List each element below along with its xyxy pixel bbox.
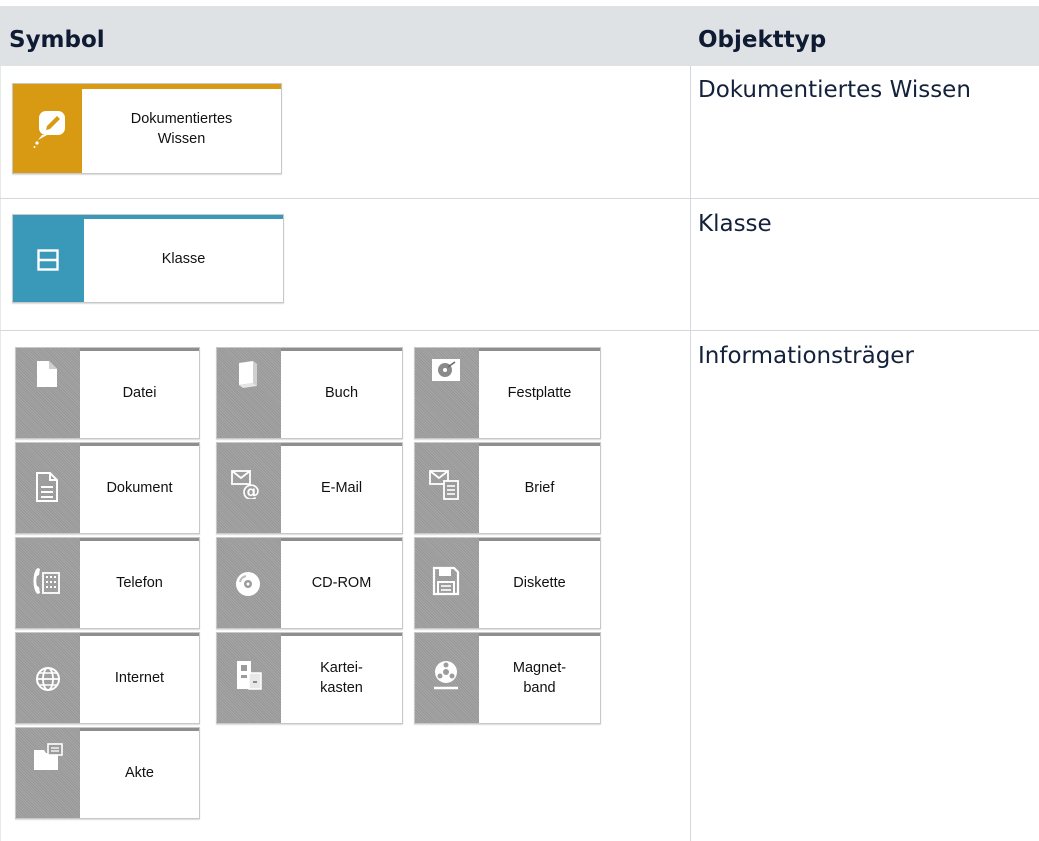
symbol-akte: Akte	[15, 727, 200, 819]
symbol-label: Datei	[122, 385, 157, 401]
header-objekttyp: Objekttyp	[698, 27, 827, 53]
table-border-left	[0, 66, 1, 841]
symbol-festplatte: Festplatte	[414, 347, 601, 439]
globe-icon	[36, 667, 60, 691]
header-symbol: Symbol	[9, 27, 105, 53]
symbol-label: Akte	[124, 765, 154, 781]
table-header: Symbol Objekttyp	[0, 6, 1039, 66]
symbol-dokumentiertes-wissen: Dokumentiertes Wissen	[12, 83, 282, 174]
symbol-label: Festplatte	[507, 385, 572, 401]
column-divider	[690, 66, 691, 841]
objekttyp-klasse: Klasse	[698, 211, 772, 237]
symbol-diskette: Diskette	[414, 537, 601, 629]
row-divider	[0, 330, 1039, 331]
book-icon	[239, 361, 257, 388]
cd-icon	[236, 572, 260, 596]
document-icon	[36, 472, 58, 502]
symbol-label: Brief	[524, 480, 555, 496]
symbol-label: CD-ROM	[311, 575, 372, 591]
symbol-karteikasten: Kartei- kasten	[216, 632, 403, 724]
pencil-bubble-icon	[33, 111, 65, 148]
file-icon	[37, 361, 57, 387]
symbol-label: Kartei- kasten	[320, 660, 363, 696]
symbol-label: Dokumentiertes Wissen	[130, 110, 233, 147]
symbol-buch: Buch	[216, 347, 403, 439]
card-index-icon	[237, 661, 262, 690]
symbol-label: Buch	[324, 385, 359, 401]
symbol-label: Diskette	[513, 575, 566, 591]
symbol-cdrom: CD-ROM	[216, 537, 403, 629]
phone-icon	[33, 568, 60, 594]
hard-disk-icon	[432, 359, 460, 381]
object-type-table: Symbol Objekttyp Dokumentiertes Wissen K…	[0, 0, 1039, 841]
class-box-icon	[37, 249, 59, 271]
letter-icon	[429, 470, 459, 500]
symbol-label: Telefon	[116, 575, 163, 591]
symbol-internet: Internet	[15, 632, 200, 724]
email-icon: @	[231, 470, 260, 499]
symbol-magnetband: Magnet- band	[414, 632, 601, 724]
symbol-label: Dokument	[106, 480, 173, 496]
symbol-dokument: Dokument	[15, 442, 200, 534]
folder-icon	[34, 743, 63, 770]
tape-icon	[434, 661, 458, 690]
symbol-email: @ E-Mail	[216, 442, 403, 534]
symbol-datei: Datei	[15, 347, 200, 439]
objekttyp-informationstraeger: Informationsträger	[698, 343, 914, 369]
symbol-label: Magnet- band	[512, 660, 567, 696]
symbol-klasse: Klasse	[12, 214, 284, 303]
symbol-label: E-Mail	[320, 480, 363, 496]
symbol-label: Klasse	[161, 250, 206, 267]
symbol-brief: Brief	[414, 442, 601, 534]
symbol-label: Internet	[114, 670, 165, 686]
symbol-telefon: Telefon	[15, 537, 200, 629]
objekttyp-dokumentiertes-wissen: Dokumentiertes Wissen	[698, 77, 971, 103]
row-divider	[0, 198, 1039, 199]
svg-text:@: @	[242, 481, 260, 499]
floppy-icon	[432, 566, 460, 596]
